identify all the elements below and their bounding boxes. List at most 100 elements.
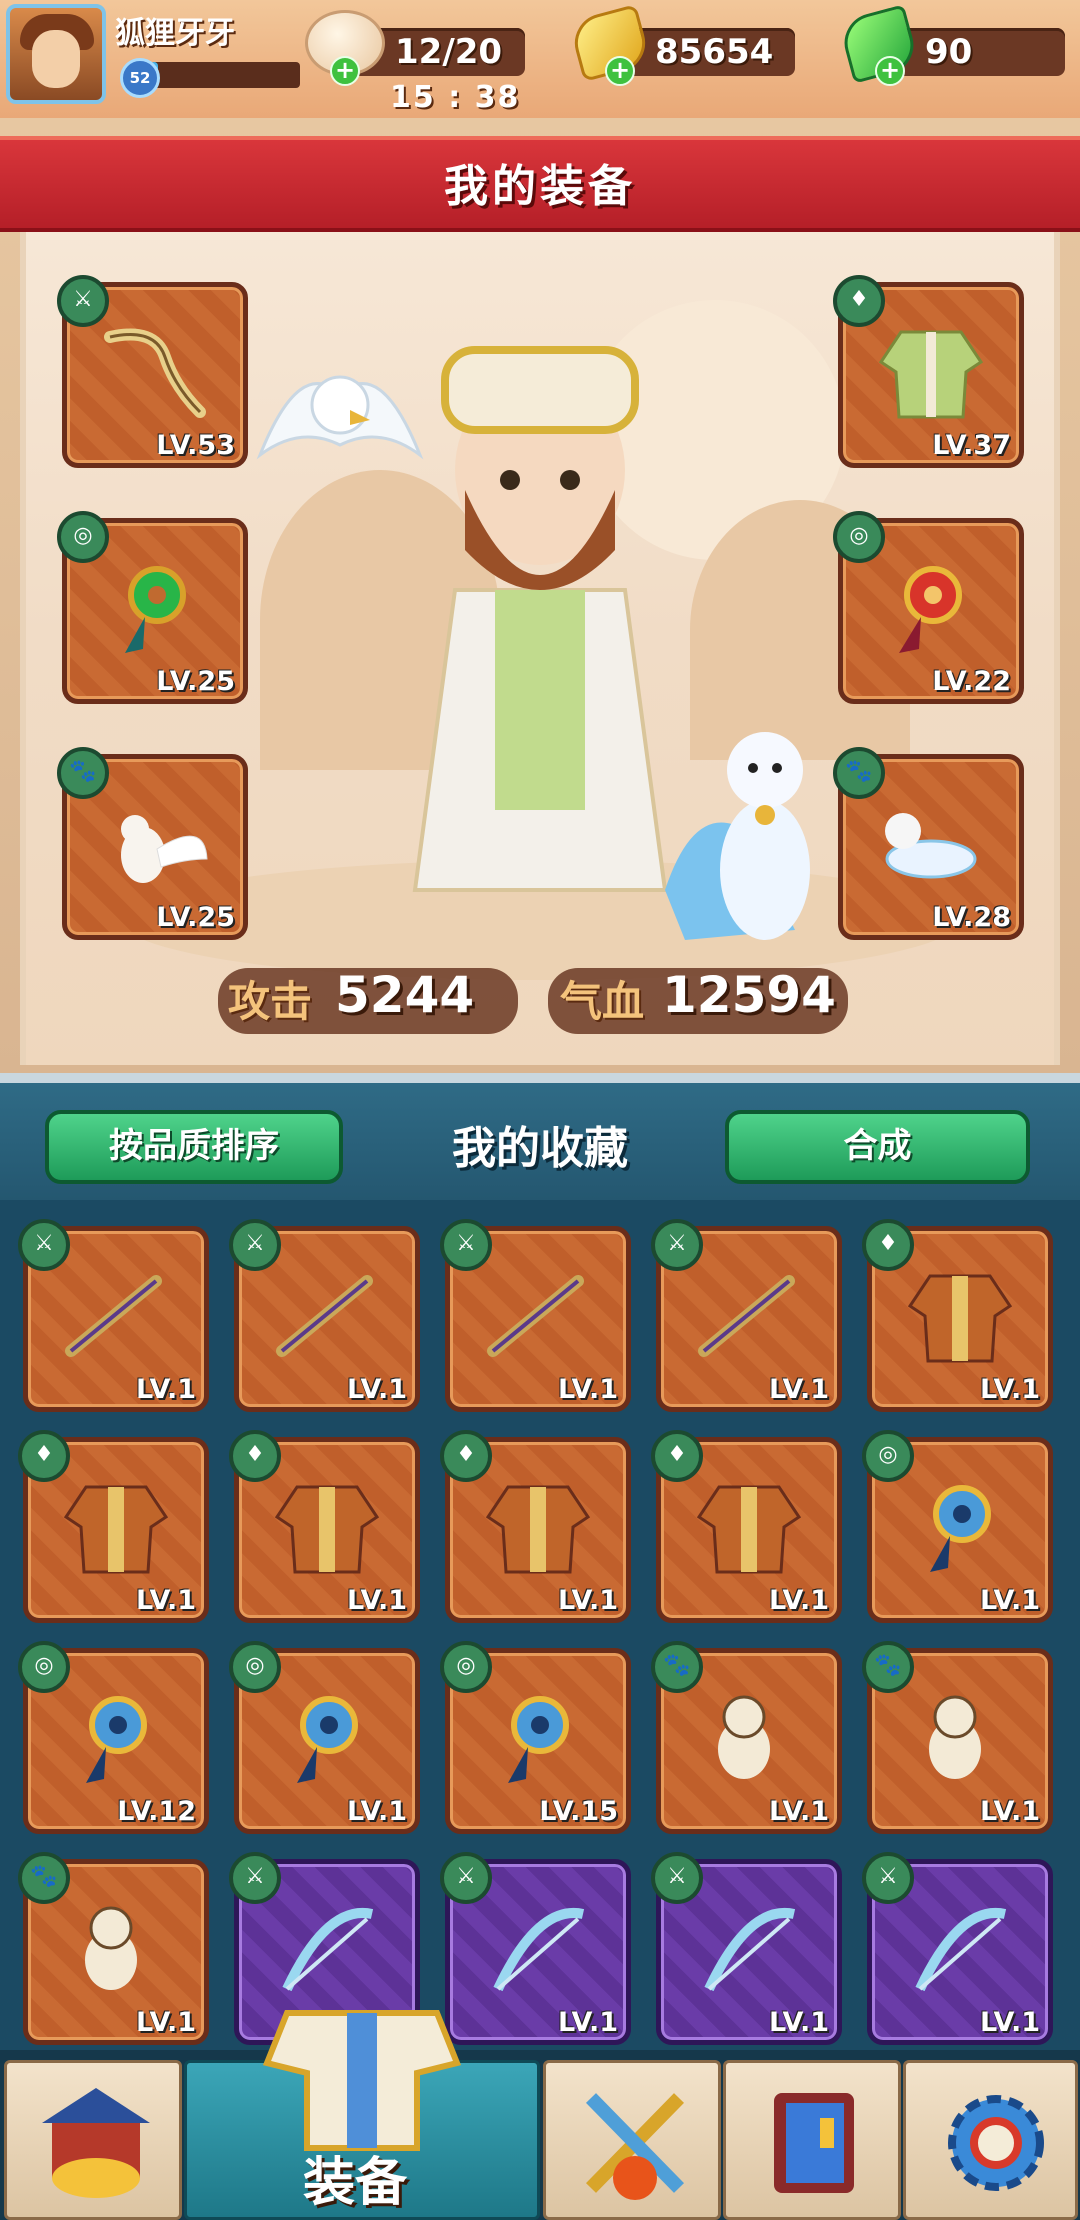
weapon-item-icon: [915, 1907, 1007, 1992]
item-level: LV.1: [980, 2007, 1040, 2038]
item-level: LV.1: [136, 1374, 196, 1405]
crossed-weapons-icon: [585, 2093, 685, 2200]
weapon-item-icon: [487, 1275, 584, 1357]
item-level: LV.1: [980, 1796, 1040, 1827]
battle-tab[interactable]: [543, 2060, 721, 2220]
item-level: LV.1: [347, 1374, 407, 1405]
collection-item-pet[interactable]: 🐾 LV.1: [18, 1852, 209, 2045]
armor-item-icon: [907, 1274, 1013, 1363]
item-level: LV.15: [539, 1796, 618, 1827]
white-squirrel-icon: [121, 815, 208, 883]
equip-slot-armor[interactable]: ♦ LV.37: [833, 275, 1024, 468]
item-level: LV.1: [769, 2007, 829, 2038]
sort-by-quality-button[interactable]: 按品质排序: [45, 1110, 343, 1184]
slot-level: LV.37: [932, 430, 1011, 461]
item-level: LV.1: [980, 1585, 1040, 1616]
collection-item-amulet[interactable]: ◎ LV.1: [229, 1641, 420, 1834]
collection-item-amulet[interactable]: ◎ LV.15: [440, 1641, 631, 1834]
equip-slot-amulet[interactable]: ◎ LV.22: [833, 511, 1024, 704]
amulet-item-icon: [297, 1696, 358, 1783]
equip-slot-pet[interactable]: 🐾 LV.28: [833, 747, 1024, 940]
add-gold-button[interactable]: +: [605, 56, 635, 86]
jade-value: 90: [925, 32, 973, 72]
equip-slot-weapon[interactable]: ⚔ LV.53: [57, 275, 248, 468]
slot-level: LV.22: [932, 666, 1011, 697]
armor-item-icon: [63, 1485, 169, 1574]
item-level: LV.1: [136, 1585, 196, 1616]
section-divider: [0, 1073, 1080, 1083]
collection-item-armor[interactable]: ♦ LV.1: [18, 1430, 209, 1623]
gold-value: 85654: [655, 32, 774, 72]
slot-level: LV.53: [156, 430, 235, 461]
armor-item-icon: [696, 1485, 802, 1574]
green-robe-icon: [878, 330, 984, 419]
attack-label: 攻击: [228, 977, 313, 1026]
gear-icon: [948, 2095, 1044, 2191]
energy-timer: 15 : 38: [390, 80, 521, 115]
add-energy-button[interactable]: +: [330, 56, 360, 86]
sword-icon: [104, 328, 206, 418]
collection-item-weapon[interactable]: ⚔LV.1: [862, 1852, 1053, 2045]
item-level: LV.1: [980, 1374, 1040, 1405]
equip-slot-amulet[interactable]: ◎ LV.25: [57, 511, 248, 704]
collection-item-weapon[interactable]: ⚔LV.1: [651, 1219, 842, 1412]
amulet-item-icon: [508, 1696, 569, 1783]
book-tab[interactable]: [723, 2060, 901, 2220]
player-name: 狐狸牙牙: [115, 16, 235, 51]
equipment-tab-label: 装备: [302, 2153, 407, 2213]
weasel-pet: [665, 732, 810, 940]
item-level: LV.1: [558, 2007, 618, 2038]
amulet-item-icon: [86, 1696, 147, 1783]
level-badge: 52: [120, 58, 160, 98]
collection-title: 我的收藏: [452, 1123, 628, 1174]
collection-item-weapon[interactable]: ⚔LV.1: [229, 1219, 420, 1412]
collection-item-weapon[interactable]: ⚔LV.1: [18, 1219, 209, 1412]
collection-item-weapon[interactable]: ⚔LV.1: [440, 1219, 631, 1412]
collection-item-amulet[interactable]: ◎ LV.12: [18, 1641, 209, 1834]
collection-item-weapon[interactable]: ⚔LV.1: [440, 1852, 631, 2045]
collection-item-armor[interactable]: ♦ LV.1: [862, 1219, 1053, 1412]
merge-button[interactable]: 合成: [725, 1110, 1030, 1184]
weapon-item-icon: [276, 1275, 373, 1357]
item-level: LV.1: [769, 1796, 829, 1827]
book-icon: [774, 2093, 854, 2193]
item-level: LV.1: [769, 1374, 829, 1405]
collection-item-armor[interactable]: ♦ LV.1: [651, 1430, 842, 1623]
collection-item-weapon[interactable]: ⚔LV.1: [651, 1852, 842, 2045]
eagle-pet: [256, 375, 424, 460]
jade-amulet-icon: [125, 566, 186, 653]
item-level: LV.1: [347, 1585, 407, 1616]
attack-value: 5244: [335, 966, 475, 1024]
slot-level: LV.28: [932, 902, 1011, 933]
collection-item-armor[interactable]: ♦ LV.1: [440, 1430, 631, 1623]
red-amulet-icon: [899, 566, 962, 653]
hp-value: 12594: [662, 966, 836, 1024]
add-jade-button[interactable]: +: [875, 56, 905, 86]
slot-level: LV.25: [156, 902, 235, 933]
settings-tab[interactable]: [903, 2060, 1078, 2220]
item-level: LV.12: [117, 1796, 196, 1827]
collection-item-pet[interactable]: 🐾 LV.1: [862, 1641, 1053, 1834]
treasure-shop-icon: [42, 2088, 150, 2198]
hp-label: 气血: [560, 977, 645, 1026]
weapon-item-icon: [493, 1907, 585, 1992]
armor-item-icon: [274, 1485, 380, 1574]
exp-bar: [150, 62, 300, 88]
weapon-item-icon: [65, 1275, 162, 1357]
collection-item-amulet[interactable]: ◎ LV.1: [862, 1430, 1053, 1623]
item-level: LV.1: [769, 1585, 829, 1616]
armor-item-icon: [485, 1485, 591, 1574]
item-level: LV.1: [136, 2007, 196, 2038]
pet-item-icon: [929, 1695, 981, 1779]
collection-item-pet[interactable]: 🐾 LV.1: [651, 1641, 842, 1834]
ferret-pet-icon: [885, 813, 977, 879]
equipment-icon: [262, 2010, 462, 2151]
weapon-item-icon: [704, 1907, 796, 1992]
player-avatar[interactable]: [6, 4, 106, 104]
equip-slot-pet[interactable]: 🐾 LV.25: [57, 747, 248, 940]
avatar-face: [32, 30, 80, 88]
collection-item-armor[interactable]: ♦ LV.1: [229, 1430, 420, 1623]
shop-tab[interactable]: [4, 2060, 182, 2220]
panel-title: 我的装备: [444, 161, 636, 212]
item-level: LV.1: [558, 1374, 618, 1405]
